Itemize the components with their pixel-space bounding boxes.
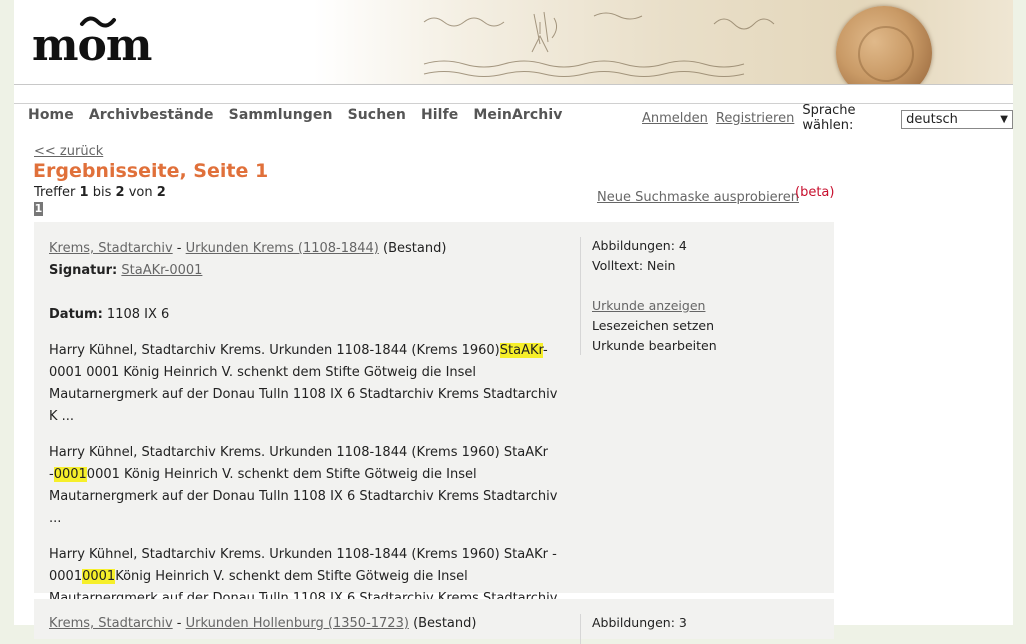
fond-type: (Bestand) [413, 616, 477, 631]
snippet: Harry Kühnel, Stadtarchiv Krems. Urkunde… [49, 340, 569, 428]
language-value: deutsch [906, 111, 958, 127]
hits-total: 2 [156, 185, 166, 200]
signature-row: Signatur: StaAKr-0001 [49, 260, 569, 282]
breadcrumb-separator: - [172, 616, 186, 631]
set-bookmark-action[interactable]: Lesezeichen setzen [592, 316, 717, 336]
hits-prefix: Treffer [34, 185, 76, 200]
hit-count: Treffer 1 bis 2 von 2 [34, 185, 166, 200]
snippet-text: 0001 König Heinrich V. schenkt dem Stift… [49, 467, 558, 526]
column-separator [580, 237, 581, 355]
language-label: Sprache wählen: [802, 103, 856, 133]
column-separator [580, 614, 581, 644]
archive-link[interactable]: Krems, Stadtarchiv [49, 616, 173, 631]
nav-sammlungen[interactable]: Sammlungen [229, 107, 333, 123]
result-breadcrumb: Krems, Stadtarchiv - Urkunden Krems (110… [49, 238, 569, 260]
nav-archivbestaende[interactable]: Archivbestände [89, 107, 214, 123]
hits-to: 2 [115, 185, 125, 200]
result-breadcrumb: Krems, Stadtarchiv - Urkunden Hollenburg… [49, 613, 569, 635]
result-card: Krems, Stadtarchiv - Urkunden Hollenburg… [34, 599, 834, 644]
date-row: Datum: 1108 IX 6 [49, 304, 569, 326]
snippet: Harry Kühnel, Stadtarchiv Krems. Urkunde… [49, 442, 569, 530]
language-select[interactable]: deutsch ▼ [901, 109, 1013, 129]
result-card: Krems, Stadtarchiv - Urkunden Krems (110… [34, 222, 834, 628]
fulltext-status: Volltext: Nein [592, 258, 676, 273]
main-nav: Home Archivbestände Sammlungen Suchen Hi… [28, 107, 577, 123]
hits-from: 1 [79, 185, 89, 200]
svg-text:mom: mom [32, 20, 152, 70]
new-search-mask-link[interactable]: Neue Suchmaske ausprobieren [597, 190, 799, 205]
edit-charter-action[interactable]: Urkunde bearbeiten [592, 336, 717, 356]
header-banner: mom [14, 0, 1013, 84]
nav-home[interactable]: Home [28, 107, 74, 123]
manuscript-background-image [423, 11, 775, 77]
images-count: Abbildungen: 4 [592, 238, 687, 253]
nav-meinarchiv[interactable]: MeinArchiv [473, 107, 562, 123]
nav-hilfe[interactable]: Hilfe [421, 107, 458, 123]
show-charter-link[interactable]: Urkunde anzeigen [592, 296, 717, 316]
dropdown-arrow-icon: ▼ [1000, 113, 1008, 125]
page: mom Home Archivbestände Sammlungen Suche… [14, 0, 1013, 644]
fond-link[interactable]: Urkunden Hollenburg (1350-1723) [186, 616, 409, 631]
snippet-text: Harry Kühnel, Stadtarchiv Krems. Urkunde… [49, 343, 500, 358]
archive-link[interactable]: Krems, Stadtarchiv [49, 241, 173, 256]
date-value: 1108 IX 6 [106, 307, 170, 322]
back-link[interactable]: << zurück [34, 144, 103, 159]
breadcrumb-separator: - [172, 241, 186, 256]
login-link[interactable]: Anmelden [642, 111, 708, 126]
result-details: Krems, Stadtarchiv - Urkunden Hollenburg… [49, 613, 569, 635]
beta-label: (beta) [795, 185, 835, 200]
signature-label: Signatur: [49, 263, 118, 278]
date-label: Datum: [49, 307, 103, 322]
snippet-highlight: 0001 [53, 467, 87, 482]
register-link[interactable]: Registrieren [716, 111, 794, 126]
wax-seal-image [836, 6, 932, 84]
result-actions: Abbildungen: 4 Volltext: Nein Urkunde an… [592, 236, 717, 356]
result-details: Krems, Stadtarchiv - Urkunden Krems (110… [49, 238, 569, 632]
fond-type: (Bestand) [383, 241, 447, 256]
hits-to-label: bis [92, 185, 112, 200]
hits-of-label: von [128, 185, 153, 200]
nav-suchen[interactable]: Suchen [348, 107, 406, 123]
fond-link[interactable]: Urkunden Krems (1108-1844) [186, 241, 379, 256]
snippet-highlight: StaAKr [499, 343, 544, 358]
snippet-highlight: 0001 [82, 569, 116, 584]
site-logo[interactable]: mom [30, 10, 160, 80]
result-actions: Abbildungen: 3 [592, 613, 687, 633]
pagination-current-page[interactable]: 1 [34, 202, 43, 216]
user-bar: Anmelden Registrieren Sprache wählen: de… [642, 103, 1013, 133]
signature-link[interactable]: StaAKr-0001 [121, 263, 202, 278]
logo-icon: mom [32, 16, 153, 71]
divider [14, 84, 1013, 85]
page-title: Ergebnisseite, Seite 1 [33, 160, 269, 182]
images-count: Abbildungen: 3 [592, 615, 687, 630]
